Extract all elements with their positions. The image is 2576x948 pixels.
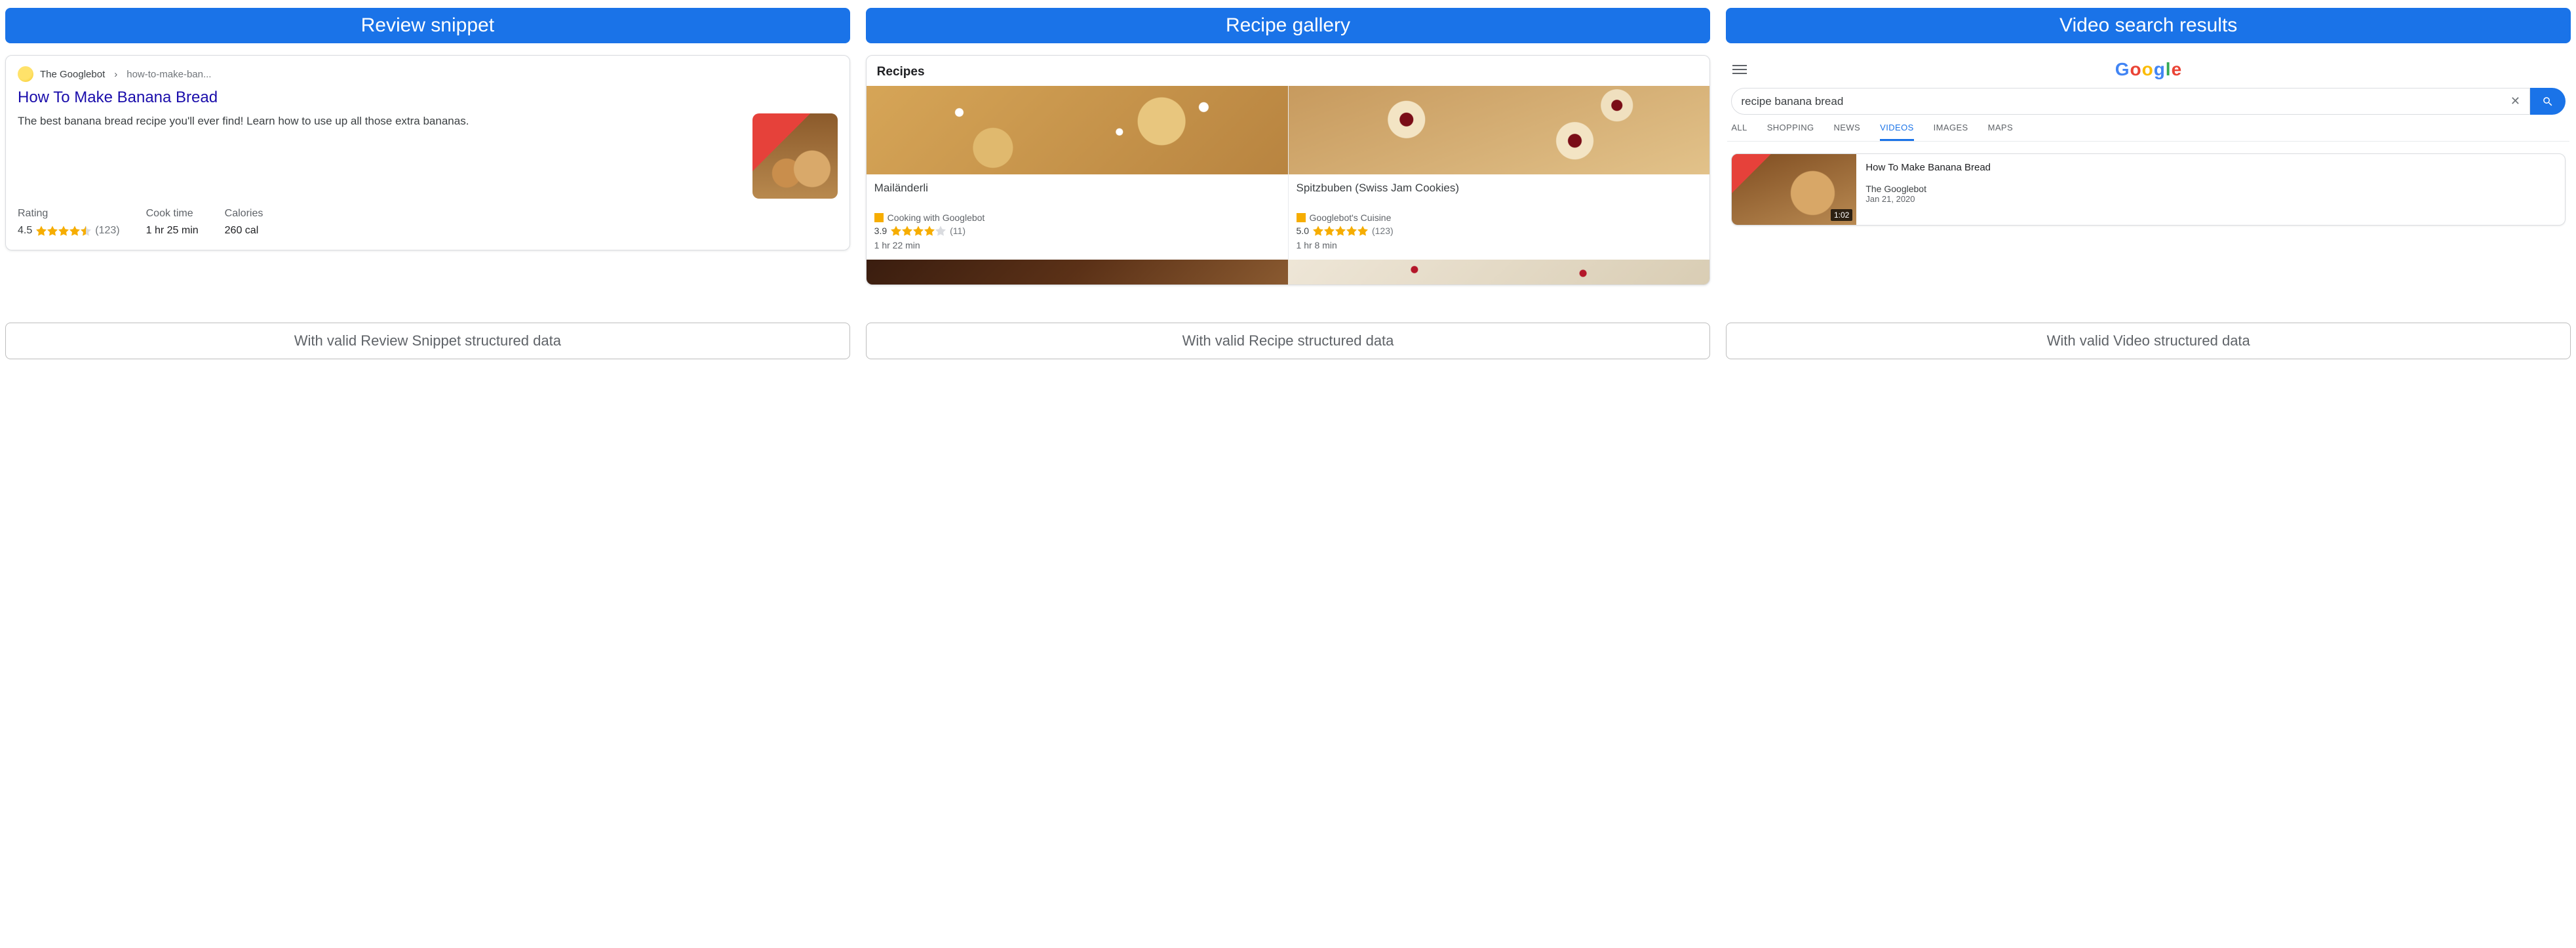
search-icon [2542,96,2554,108]
search-tabs: ALL SHOPPING NEWS VIDEOS IMAGES MAPS [1727,116,2569,142]
footer-review-snippet: With valid Review Snippet structured dat… [5,323,850,359]
video-title: How To Make Banana Bread [1865,162,1991,173]
search-input[interactable]: recipe banana bread ✕ [1731,88,2530,115]
recipe-rating: 3.9 [874,226,887,236]
recipe-rating-count: (123) [1372,226,1394,236]
recipe-thumbnail [1289,86,1710,174]
source-favicon [1297,213,1306,222]
recipe-time: 1 hr 22 min [874,240,1280,250]
video-source: The Googlebot [1865,184,1991,194]
recipe-rating-count: (11) [950,226,966,236]
cook-time-value: 1 hr 25 min [146,225,199,237]
rating-stars [1313,226,1368,236]
column-review-snippet: Review snippet The Googlebot › how-to-ma… [5,8,850,359]
tab-shopping[interactable]: SHOPPING [1767,123,1814,141]
source-favicon [874,213,884,222]
recipe-source: Cooking with Googlebot [888,212,985,223]
search-query-text: recipe banana bread [1741,95,1843,108]
hamburger-menu-icon[interactable] [1732,65,1747,74]
result-thumbnail [752,113,838,199]
rating-value: 4.5 [18,225,32,237]
site-path: how-to-make-ban... [127,69,211,80]
video-date: Jan 21, 2020 [1865,194,1991,204]
calories-value: 260 cal [225,225,263,237]
tab-maps[interactable]: MAPS [1988,123,2013,141]
video-duration: 1:02 [1831,209,1852,221]
rating-count: (123) [95,225,119,237]
recipe-gallery-card: Recipes Mailänderli Cooking with Googleb… [866,55,1711,285]
video-result-card[interactable]: 1:02 How To Make Banana Bread The Google… [1731,153,2566,226]
search-button[interactable] [2530,88,2566,115]
result-description: The best banana bread recipe you'll ever… [18,113,743,129]
header-video-search: Video search results [1726,8,2571,43]
site-name: The Googlebot [40,69,105,80]
footer-recipe-gallery: With valid Recipe structured data [866,323,1711,359]
header-review-snippet: Review snippet [5,8,850,43]
recipe-name: Mailänderli [874,181,1280,208]
video-thumbnail: 1:02 [1732,154,1856,225]
rating-label: Rating [18,208,120,220]
recipe-tile[interactable]: Spitzbuben (Swiss Jam Cookies) Googlebot… [1288,86,1710,260]
column-recipe-gallery: Recipe gallery Recipes Mailänderli Cooki… [866,8,1711,359]
recipe-thumbnail [867,86,1288,174]
recipe-time: 1 hr 8 min [1297,240,1702,250]
site-favicon [18,66,33,82]
result-breadcrumb: The Googlebot › how-to-make-ban... [18,66,838,82]
recipe-gallery-more-previews [867,260,1710,285]
recipe-rating: 5.0 [1297,226,1309,236]
header-recipe-gallery: Recipe gallery [866,8,1711,43]
recipe-name: Spitzbuben (Swiss Jam Cookies) [1297,181,1702,208]
rating-stars [36,226,91,236]
cook-time-label: Cook time [146,208,199,220]
result-title[interactable]: How To Make Banana Bread [18,89,838,107]
rating-stars [891,226,946,236]
recipe-block-title: Recipes [867,56,1710,86]
footer-video-search: With valid Video structured data [1726,323,2571,359]
rating-value-line: 4.5 (123) [18,225,120,237]
review-snippet-card[interactable]: The Googlebot › how-to-make-ban... How T… [5,55,850,250]
column-video-search: Video search results G o o g l e recipe … [1726,8,2571,359]
calories-label: Calories [225,208,263,220]
recipe-tile[interactable]: Mailänderli Cooking with Googlebot 3.9 [867,86,1288,260]
clear-search-icon[interactable]: ✕ [2510,94,2520,108]
tab-news[interactable]: NEWS [1834,123,1861,141]
breadcrumb-separator: › [114,69,117,80]
tab-images[interactable]: IMAGES [1934,123,1968,141]
google-logo[interactable]: G o o g l e [2115,59,2182,80]
recipe-source: Googlebot's Cuisine [1310,212,1392,223]
tab-videos[interactable]: VIDEOS [1880,123,1914,141]
tab-all[interactable]: ALL [1731,123,1747,141]
